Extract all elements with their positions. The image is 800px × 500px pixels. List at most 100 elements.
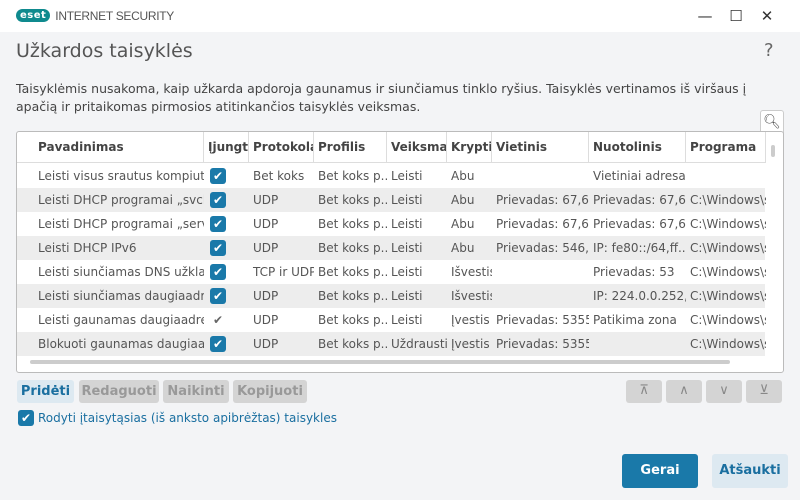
vertical-scrollbar[interactable] bbox=[771, 145, 775, 157]
column-header[interactable]: Programa bbox=[686, 132, 766, 163]
table-row[interactable]: Leisti DHCP IPv6 ✔ UDP Bet koks p... Leisti A… bbox=[17, 236, 766, 260]
horizontal-scrollbar[interactable] bbox=[30, 360, 730, 364]
table-cell: Leisti bbox=[391, 241, 423, 255]
table-cell bbox=[686, 164, 766, 188]
table-cell: UDP bbox=[253, 193, 279, 207]
cancel-button[interactable]: Atšaukti bbox=[712, 454, 788, 488]
column-header[interactable]: Nuotolinis bbox=[589, 132, 686, 163]
table-cell: Prievadas: 546,... bbox=[496, 241, 589, 255]
add-button[interactable]: Pridėti bbox=[17, 380, 74, 403]
table-cell: IP: 224.0.0.252,... bbox=[593, 289, 686, 303]
column-header[interactable]: Pavadinimas bbox=[34, 132, 204, 163]
table-cell: Leisti bbox=[391, 217, 423, 231]
table-row[interactable]: Blokuoti gaunamas daugiaa... ✔ UDP Bet koks… bbox=[17, 332, 766, 356]
table-cell: Leisti DHCP IPv6 bbox=[38, 241, 137, 255]
table-cell: Įvestis bbox=[451, 313, 490, 327]
maximize-button[interactable]: ☐ bbox=[721, 4, 751, 28]
table-cell: Bet koks p... bbox=[318, 217, 387, 231]
table-cell: Prievadas: 5355 bbox=[496, 313, 589, 327]
move-bottom-icon[interactable]: ⊻ bbox=[746, 380, 782, 403]
table-cell: C:\Windows\s bbox=[690, 217, 766, 231]
table-cell: C:\Windows\s bbox=[690, 193, 766, 207]
enabled-cell: ✔ bbox=[204, 212, 249, 236]
table-cell: Įvestis bbox=[451, 337, 490, 351]
table-cell: UDP bbox=[253, 337, 279, 351]
ok-button[interactable]: Gerai bbox=[622, 454, 698, 488]
table-cell bbox=[492, 260, 589, 284]
table-cell: Išvestis bbox=[451, 289, 492, 303]
table-cell: IP: fe80::/64,ff... bbox=[593, 241, 686, 255]
copy-button[interactable]: Kopijuoti bbox=[233, 380, 307, 403]
table-cell: Bet koks p... bbox=[318, 265, 387, 279]
eset-logo: eset INTERNET SECURITY bbox=[16, 8, 174, 23]
enabled-cell: ✔ bbox=[204, 188, 249, 212]
table-cell: C:\Windows\s bbox=[690, 337, 766, 351]
column-header[interactable]: Vietinis bbox=[492, 132, 589, 163]
checkbox-icon[interactable]: ✔ bbox=[210, 263, 226, 280]
column-header[interactable]: Protokolas bbox=[249, 132, 314, 163]
table-cell: Bet koks bbox=[253, 169, 305, 183]
table-cell: Bet koks p... bbox=[318, 193, 387, 207]
table-row[interactable]: Leisti visus srautus kompiute... ✔ Bet kok… bbox=[17, 164, 765, 188]
column-header[interactable]: Kryptis bbox=[447, 132, 492, 163]
product-name: INTERNET SECURITY bbox=[55, 8, 174, 23]
move-top-icon[interactable]: ⊼ bbox=[626, 380, 662, 403]
table-cell: C:\Windows\s bbox=[690, 289, 766, 303]
enabled-cell: ✔ bbox=[204, 332, 249, 356]
checkbox-icon[interactable]: ✔ bbox=[210, 287, 226, 304]
table-cell: Blokuoti gaunamas daugiaa... bbox=[38, 337, 204, 351]
show-builtin-label: Rodyti įtaisytąsias (iš anksto apibrėžta… bbox=[38, 411, 337, 425]
edit-button[interactable]: Redaguoti bbox=[79, 380, 159, 403]
checkbox-checked-icon[interactable]: ✔ bbox=[18, 410, 34, 426]
table-cell: Bet koks p... bbox=[318, 337, 387, 351]
checkbox-icon[interactable]: ✔ bbox=[210, 215, 226, 232]
table-cell: Leisti bbox=[391, 313, 423, 327]
delete-button[interactable]: Naikinti bbox=[163, 380, 229, 403]
help-icon[interactable]: ? bbox=[764, 40, 774, 61]
column-header[interactable]: Profilis bbox=[314, 132, 387, 163]
table-cell: Leisti bbox=[391, 193, 423, 207]
move-up-icon[interactable]: ∧ bbox=[666, 380, 702, 403]
enabled-cell: ✔ bbox=[204, 260, 249, 284]
table-cell: Išvestis bbox=[451, 265, 492, 279]
enabled-cell: ✔ bbox=[204, 308, 249, 332]
table-cell: Prievadas: 67,68 bbox=[496, 193, 589, 207]
column-header[interactable]: Veiksmas bbox=[387, 132, 447, 163]
table-row[interactable]: Leisti siunčiamas DNS užklau... ✔ TCP ir U… bbox=[17, 260, 766, 284]
checkbox-icon[interactable]: ✔ bbox=[210, 312, 226, 328]
show-builtin-checkbox[interactable]: ✔ Rodyti įtaisytąsias (iš anksto apibrėž… bbox=[18, 410, 337, 426]
table-cell: Leisti visus srautus kompiute... bbox=[38, 169, 204, 183]
table-cell: C:\Windows\s bbox=[690, 265, 766, 279]
table-cell: Prievadas: 5355 bbox=[496, 337, 589, 351]
table-cell: Leisti bbox=[391, 169, 423, 183]
table-cell: UDP bbox=[253, 241, 279, 255]
enabled-cell: ✔ bbox=[204, 284, 249, 308]
minimize-button[interactable]: — bbox=[690, 4, 720, 28]
table-row[interactable]: Leisti gaunamas daugiaadres... ✔ UDP Bet ko… bbox=[17, 308, 766, 332]
close-button[interactable]: ✕ bbox=[752, 4, 782, 28]
table-cell: UDP bbox=[253, 313, 279, 327]
table-cell: C:\Windows\s bbox=[690, 313, 766, 327]
enabled-cell: ✔ bbox=[204, 164, 249, 188]
checkbox-icon[interactable]: ✔ bbox=[210, 191, 226, 208]
table-cell: Uždrausti bbox=[391, 337, 447, 351]
table-cell: C:\Windows\s bbox=[690, 241, 766, 255]
table-cell: Leisti DHCP programai „svch... bbox=[38, 193, 204, 207]
table-cell bbox=[492, 164, 589, 188]
table-cell: Bet koks p... bbox=[318, 313, 387, 327]
title-bar: eset INTERNET SECURITY — ☐ ✕ bbox=[0, 0, 800, 32]
table-cell: Prievadas: 53 bbox=[593, 265, 675, 279]
table-cell: Leisti bbox=[391, 289, 423, 303]
table-cell: Prievadas: 67,68 bbox=[496, 217, 589, 231]
table-row[interactable]: Leisti DHCP programai „svch... ✔ UDP Bet ko… bbox=[17, 188, 766, 212]
checkbox-icon[interactable]: ✔ bbox=[210, 335, 226, 352]
enabled-cell: ✔ bbox=[204, 236, 249, 260]
page-title: Užkardos taisyklės bbox=[16, 40, 193, 62]
table-row[interactable]: Leisti siunčiamas daugiaadre... ✔ UDP Bet k… bbox=[17, 284, 766, 308]
table-cell: Abu bbox=[451, 217, 475, 231]
checkbox-icon[interactable]: ✔ bbox=[210, 239, 226, 256]
move-down-icon[interactable]: ∨ bbox=[706, 380, 742, 403]
column-header[interactable]: Įjungta bbox=[204, 132, 249, 163]
checkbox-icon[interactable]: ✔ bbox=[210, 167, 226, 184]
table-row[interactable]: Leisti DHCP programai „servi... ✔ UDP Bet k… bbox=[17, 212, 766, 236]
